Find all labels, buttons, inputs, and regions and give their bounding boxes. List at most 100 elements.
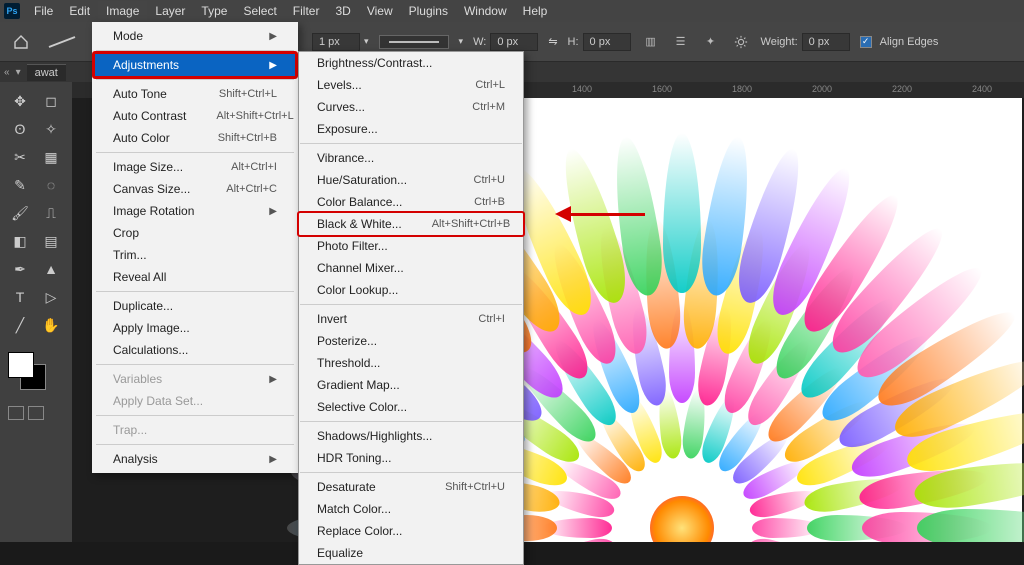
width-label: W: (473, 36, 486, 48)
color-swatches[interactable] (8, 352, 48, 392)
menu-item-color-lookup[interactable]: Color Lookup... (299, 279, 523, 301)
menu-item-label: Levels... (317, 78, 362, 92)
menu-item-canvas-size[interactable]: Canvas Size...Alt+Ctrl+C (95, 178, 295, 200)
menu-item-channel-mixer[interactable]: Channel Mixer... (299, 257, 523, 279)
menu-filter[interactable]: Filter (285, 1, 328, 21)
quick-mask-icon[interactable] (8, 406, 24, 420)
menu-item-levels[interactable]: Levels...Ctrl+L (299, 74, 523, 96)
menu-select[interactable]: Select (235, 1, 284, 21)
menu-file[interactable]: File (26, 1, 61, 21)
menu-item-posterize[interactable]: Posterize... (299, 330, 523, 352)
menu-3d[interactable]: 3D (327, 1, 358, 21)
type-tool[interactable]: T (6, 284, 34, 310)
menu-separator (96, 291, 294, 292)
menu-item-desaturate[interactable]: DesaturateShift+Ctrl+U (299, 476, 523, 498)
menu-item-label: Replace Color... (317, 524, 402, 538)
menu-item-label: Adjustments (113, 58, 179, 72)
menu-item-image-size[interactable]: Image Size...Alt+Ctrl+I (95, 156, 295, 178)
gradient-tool[interactable]: ▤ (37, 228, 65, 254)
menu-item-analysis[interactable]: Analysis▶ (95, 448, 295, 470)
menu-separator (300, 472, 522, 473)
foreground-color-swatch[interactable] (8, 352, 34, 378)
menu-item-invert[interactable]: InvertCtrl+I (299, 308, 523, 330)
menu-image[interactable]: Image (98, 1, 147, 21)
healing-brush-tool[interactable]: ◌ (37, 172, 65, 198)
menu-item-hue-saturation[interactable]: Hue/Saturation...Ctrl+U (299, 169, 523, 191)
menu-item-auto-color[interactable]: Auto ColorShift+Ctrl+B (95, 127, 295, 149)
stroke-style-preview[interactable] (379, 35, 449, 49)
menu-item-crop[interactable]: Crop (95, 222, 295, 244)
line-tool[interactable]: ╱ (6, 312, 34, 338)
menu-item-curves[interactable]: Curves...Ctrl+M (299, 96, 523, 118)
magic-wand-tool[interactable]: ✧ (37, 116, 65, 142)
path-options-icon[interactable]: ✦ (701, 32, 721, 52)
hand-tool[interactable]: ✋ (37, 312, 65, 338)
width-input[interactable]: 0 px (490, 33, 538, 51)
menu-item-selective-color[interactable]: Selective Color... (299, 396, 523, 418)
menu-item-exposure[interactable]: Exposure... (299, 118, 523, 140)
menu-item-calculations[interactable]: Calculations... (95, 339, 295, 361)
menu-item-gradient-map[interactable]: Gradient Map... (299, 374, 523, 396)
menu-item-photo-filter[interactable]: Photo Filter... (299, 235, 523, 257)
menu-item-reveal-all[interactable]: Reveal All (95, 266, 295, 288)
home-icon[interactable] (10, 31, 32, 53)
menu-item-replace-color[interactable]: Replace Color... (299, 520, 523, 542)
menu-item-equalize[interactable]: Equalize (299, 542, 523, 564)
menu-window[interactable]: Window (456, 1, 515, 21)
chevron-down-icon[interactable]: ▾ (364, 36, 369, 47)
menu-edit[interactable]: Edit (61, 1, 98, 21)
menu-item-auto-tone[interactable]: Auto ToneShift+Ctrl+L (95, 83, 295, 105)
menu-item-threshold[interactable]: Threshold... (299, 352, 523, 374)
menu-item-trim[interactable]: Trim... (95, 244, 295, 266)
menu-plugins[interactable]: Plugins (401, 1, 456, 21)
weight-label: Weight: (761, 36, 798, 48)
stroke-width-field[interactable]: 1 px ▾ (312, 33, 369, 51)
menu-help[interactable]: Help (515, 1, 556, 21)
link-wh-icon[interactable]: ⇋ (548, 35, 557, 48)
menu-item-auto-contrast[interactable]: Auto ContrastAlt+Shift+Ctrl+L (95, 105, 295, 127)
document-tab[interactable]: awat (27, 64, 66, 81)
line-tool-preset-icon[interactable] (42, 31, 82, 53)
pen-tool[interactable]: ✒ (6, 256, 34, 282)
brush-tool[interactable]: 🖌 (6, 200, 34, 226)
collapse-left-icon[interactable]: « (4, 67, 10, 78)
menu-item-adjustments[interactable]: Adjustments ▶ (95, 54, 295, 76)
align-edges-checkbox[interactable]: ✓ Align Edges (860, 36, 939, 48)
menu-layer[interactable]: Layer (147, 1, 193, 21)
menu-item-mode[interactable]: Mode▶ (95, 25, 295, 47)
crop-tool[interactable]: ✂ (6, 144, 34, 170)
menu-view[interactable]: View (359, 1, 401, 21)
lasso-tool[interactable]: ʘ (6, 116, 34, 142)
clone-stamp-tool[interactable]: ⎍ (37, 200, 65, 226)
menu-item-apply-image[interactable]: Apply Image... (95, 317, 295, 339)
align-icon[interactable]: ▥ (641, 32, 661, 52)
screen-mode-icon[interactable] (28, 406, 44, 420)
arrange-icon[interactable]: ☰ (671, 32, 691, 52)
menu-type[interactable]: Type (193, 1, 235, 21)
menu-item-label: Auto Color (113, 131, 170, 145)
collapse-down-icon[interactable]: ▾ (16, 67, 21, 78)
menu-item-match-color[interactable]: Match Color... (299, 498, 523, 520)
menu-item-color-balance[interactable]: Color Balance...Ctrl+B (299, 191, 523, 213)
menu-item-shadows-highlights[interactable]: Shadows/Highlights... (299, 425, 523, 447)
path-select-tool[interactable]: ▲ (37, 256, 65, 282)
direct-select-tool[interactable]: ▷ (37, 284, 65, 310)
menu-item-black-white[interactable]: Black & White...Alt+Shift+Ctrl+B (299, 213, 523, 235)
menu-item-label: Posterize... (317, 334, 377, 348)
weight-input[interactable]: 0 px (802, 33, 850, 51)
height-input[interactable]: 0 px (583, 33, 631, 51)
eraser-tool[interactable]: ◧ (6, 228, 34, 254)
menu-item-duplicate[interactable]: Duplicate... (95, 295, 295, 317)
submenu-arrow-icon: ▶ (269, 60, 277, 71)
menu-item-brightness-contrast[interactable]: Brightness/Contrast... (299, 52, 523, 74)
stroke-width-value[interactable]: 1 px (312, 33, 360, 51)
menu-item-image-rotation[interactable]: Image Rotation▶ (95, 200, 295, 222)
move-tool[interactable]: ✥ (6, 88, 34, 114)
eyedropper-tool[interactable]: ✎ (6, 172, 34, 198)
gear-icon[interactable] (731, 32, 751, 52)
frame-tool[interactable]: ▦ (37, 144, 65, 170)
marquee-tool[interactable]: ◻ (37, 88, 65, 114)
menu-item-hdr-toning[interactable]: HDR Toning... (299, 447, 523, 469)
chevron-down-icon[interactable]: ▾ (459, 36, 464, 47)
menu-item-vibrance[interactable]: Vibrance... (299, 147, 523, 169)
